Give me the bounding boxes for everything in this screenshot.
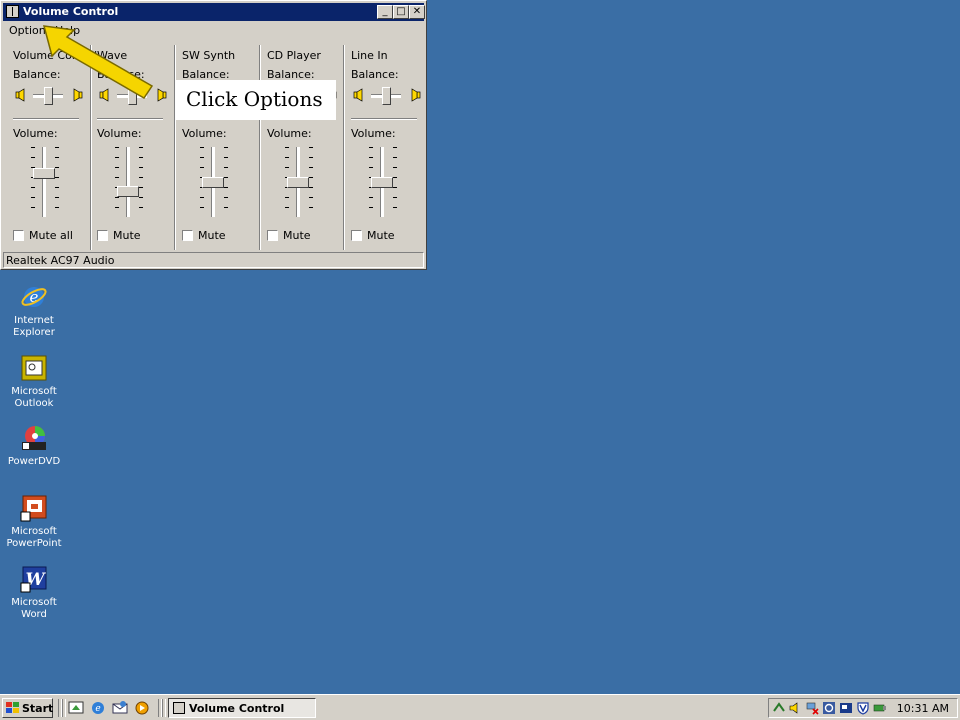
volume-slider[interactable] — [198, 147, 228, 219]
volume-icon[interactable] — [788, 701, 802, 715]
show-desktop-icon[interactable] — [68, 700, 84, 716]
powerpoint-icon — [20, 494, 48, 522]
window-title: Volume Control — [23, 5, 119, 18]
tutorial-callout: Click Options — [176, 80, 336, 120]
tray-arrows-icon[interactable] — [772, 701, 786, 715]
volume-control-app-icon — [6, 5, 19, 18]
volume-label: Volume: — [267, 127, 312, 140]
mute-checkbox[interactable]: Mute — [351, 229, 395, 242]
channel-name: SW Synth — [182, 49, 236, 62]
taskbar: Start e Volume Control 10:31 AM — [0, 694, 960, 720]
speaker-right-icon — [411, 88, 421, 102]
mute-all-checkbox[interactable]: Mute all — [13, 229, 73, 242]
speaker-left-icon — [15, 88, 25, 102]
minimize-button[interactable]: _ — [377, 5, 393, 19]
volume-slider[interactable] — [29, 147, 59, 219]
security-icon[interactable] — [822, 701, 836, 715]
svg-text:e: e — [95, 704, 100, 714]
taskbar-button-volume-control[interactable]: Volume Control — [168, 698, 316, 718]
mute-checkbox[interactable]: Mute — [267, 229, 311, 242]
system-tray: 10:31 AM — [768, 698, 958, 718]
desktop-icon-outlook[interactable]: Microsoft Outlook — [4, 354, 64, 410]
volume-label: Volume: — [351, 127, 396, 140]
hardware-icon[interactable] — [873, 701, 887, 715]
mute-checkbox[interactable]: Mute — [182, 229, 226, 242]
clock[interactable]: 10:31 AM — [897, 702, 949, 715]
channel-sw-synth: SW Synth Balance: Volume: Mute — [170, 41, 254, 251]
volume-label: Volume: — [182, 127, 227, 140]
outlook-express-icon[interactable] — [112, 700, 128, 716]
channel-line-in: Line In Balance: Volume: Mute — [339, 41, 423, 251]
volume-control-task-icon — [173, 702, 185, 714]
speaker-left-icon — [353, 88, 363, 102]
outlook-icon — [20, 354, 48, 382]
start-button[interactable]: Start — [2, 698, 53, 718]
desktop-icon-word[interactable]: W Microsoft Word — [4, 565, 64, 621]
internet-explorer-icon: e — [20, 283, 48, 311]
network-disconnected-icon[interactable] — [805, 701, 819, 715]
volume-label: Volume: — [97, 127, 142, 140]
shield-icon[interactable] — [856, 701, 870, 715]
volume-slider[interactable] — [113, 147, 143, 219]
desktop-icon-powerpoint[interactable]: Microsoft PowerPoint — [4, 494, 64, 550]
balance-label: Balance: — [351, 68, 399, 81]
close-button[interactable]: ✕ — [409, 5, 425, 19]
media-player-icon[interactable] — [134, 700, 150, 716]
word-icon: W — [20, 565, 48, 593]
windows-logo-icon — [6, 702, 19, 713]
powerdvd-icon — [20, 424, 48, 452]
title-bar[interactable]: Volume Control _ □ ✕ — [3, 3, 425, 21]
internet-explorer-quicklaunch-icon[interactable]: e — [90, 700, 106, 716]
status-bar: Realtek AC97 Audio — [3, 252, 424, 268]
status-text: Realtek AC97 Audio — [6, 254, 115, 267]
volume-slider[interactable] — [283, 147, 313, 219]
pointer-arrow-icon — [42, 25, 154, 100]
callout-text: Click Options — [186, 87, 323, 111]
channel-name: Line In — [351, 49, 388, 62]
balance-slider[interactable] — [371, 87, 401, 105]
channel-cd-player: CD Player Balance: Volume: Mute — [255, 41, 339, 251]
flag-icon[interactable] — [839, 701, 853, 715]
maximize-button[interactable]: □ — [393, 5, 409, 19]
volume-slider[interactable] — [367, 147, 397, 219]
desktop-icon-powerdvd[interactable]: PowerDVD — [4, 424, 64, 468]
channel-name: CD Player — [267, 49, 321, 62]
desktop-icon-internet-explorer[interactable]: e Internet Explorer — [4, 283, 64, 339]
mute-checkbox[interactable]: Mute — [97, 229, 141, 242]
volume-label: Volume: — [13, 127, 58, 140]
